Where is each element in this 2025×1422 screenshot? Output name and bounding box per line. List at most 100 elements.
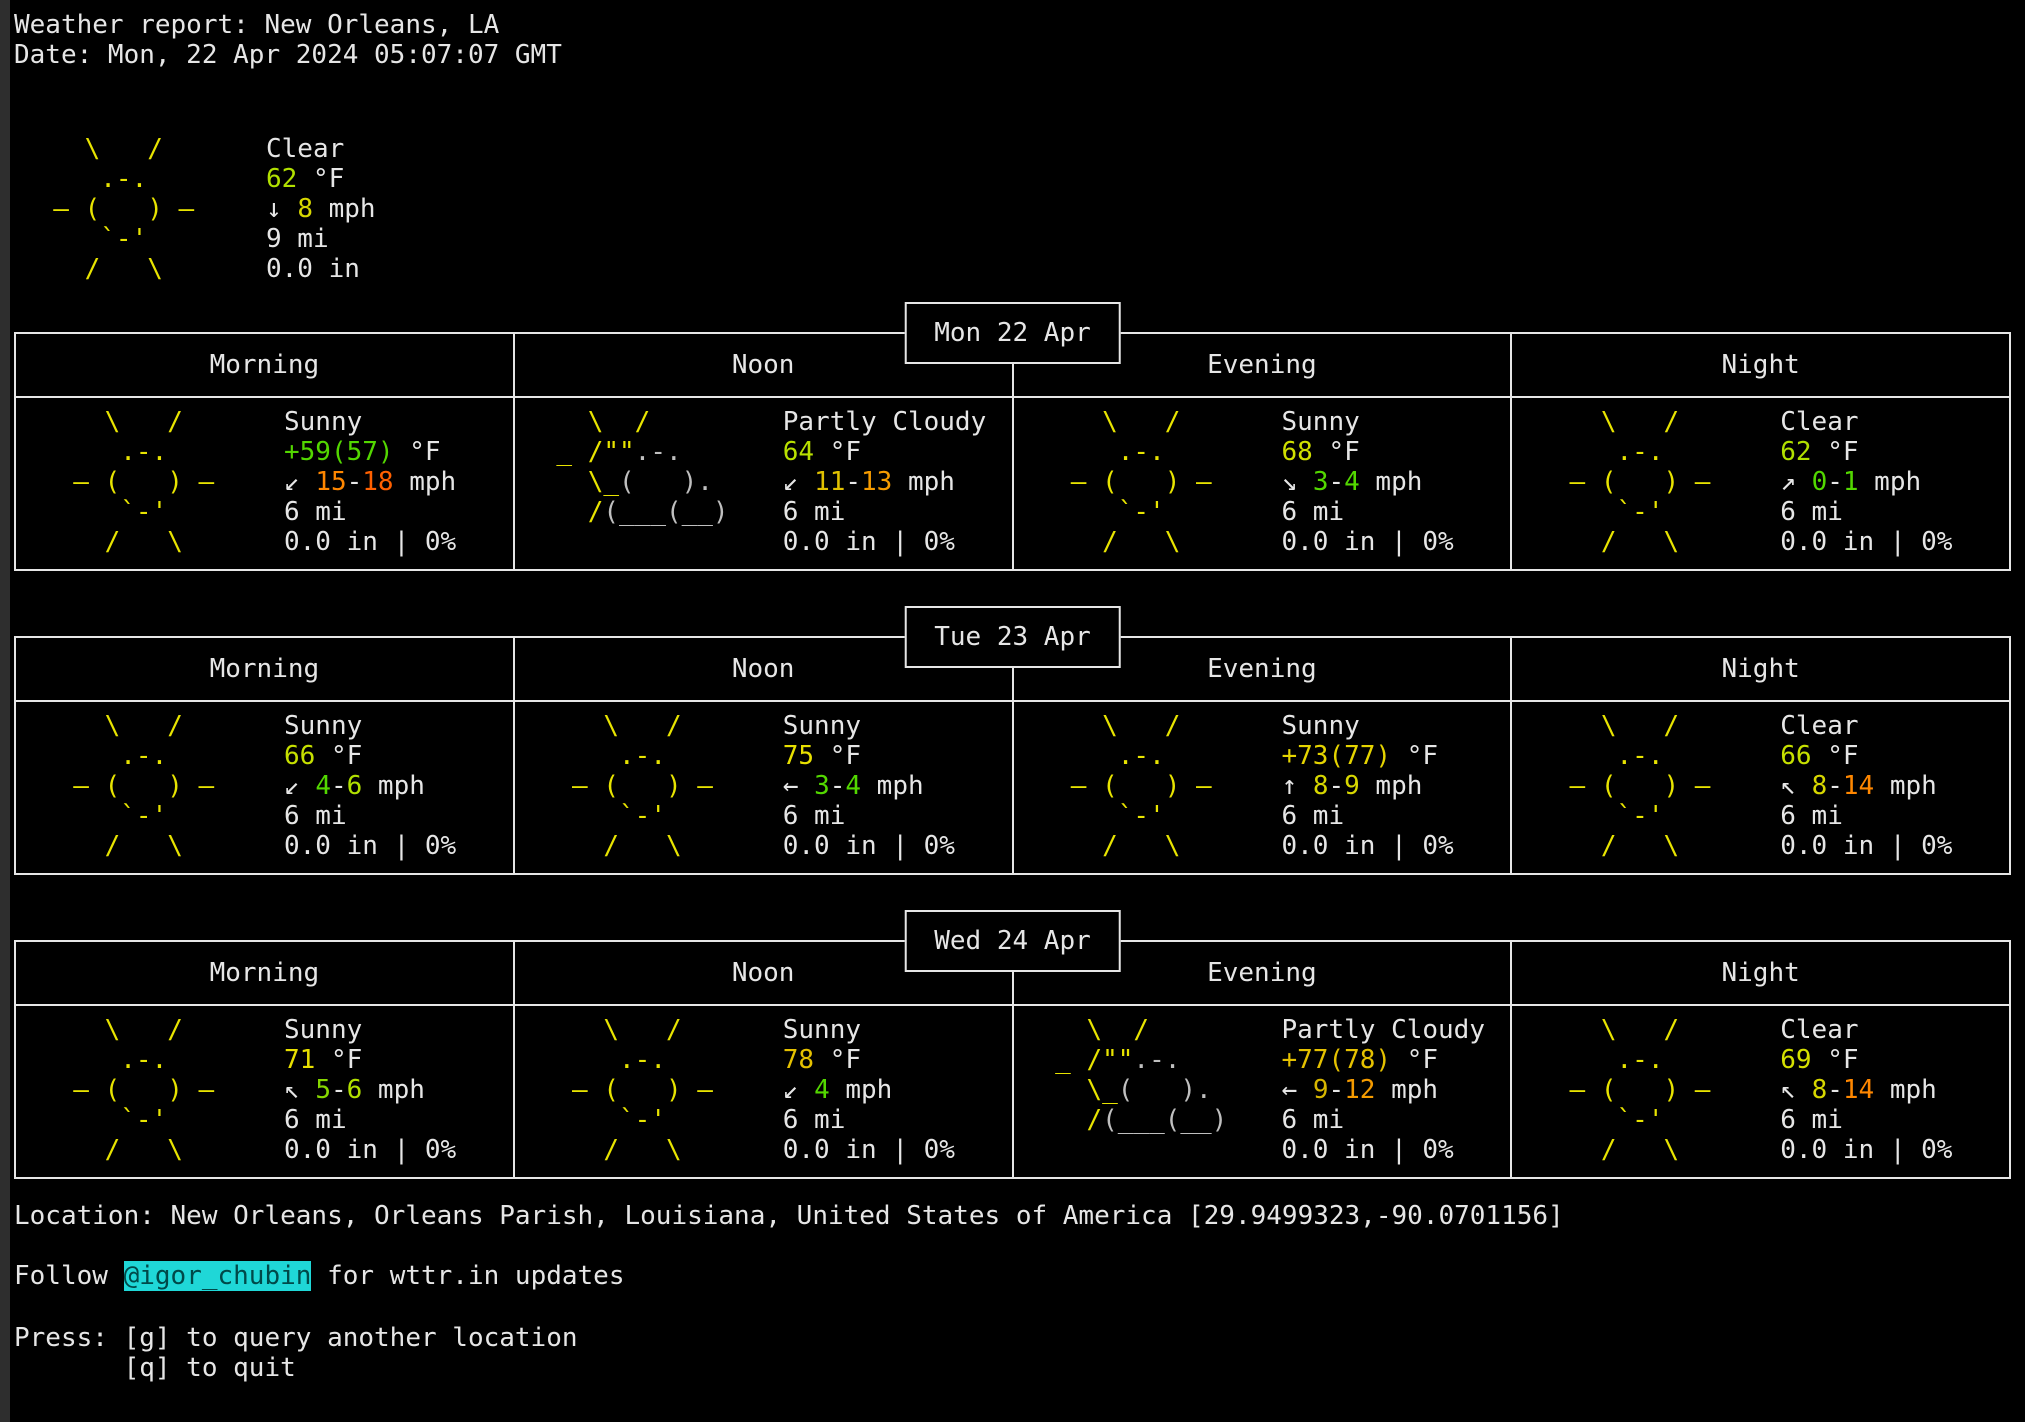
text-segment: 0 xyxy=(1812,467,1828,497)
text-segment: 0.0 in | 0% xyxy=(1282,831,1454,861)
text-segment: °F xyxy=(315,1045,362,1075)
art-sun-layer: \ / .-. ― ( ) ― `-' / \ xyxy=(42,1015,246,1165)
column-header-label: Evening xyxy=(1207,654,1317,684)
sun-ascii-art: \ / .-. ― ( ) ― `-' / \ xyxy=(42,407,246,559)
temperature-value: 66 °F xyxy=(284,741,456,771)
text-segment: ↙ xyxy=(284,771,315,801)
text-segment: Sunny xyxy=(1282,711,1360,741)
text-segment: 6 mi xyxy=(284,1105,347,1135)
text-segment: 3 xyxy=(1313,467,1329,497)
column-header-label: Noon xyxy=(732,654,795,684)
visibility-value: 6 mi xyxy=(783,1105,955,1135)
art-sun-layer: \ / .-. ― ( ) ― `-' / \ xyxy=(42,407,246,557)
condition-label: Clear xyxy=(266,134,376,164)
text-segment: ↖ xyxy=(284,1075,315,1105)
precipitation-value: 0.0 in | 0% xyxy=(1780,527,1952,557)
sun-ascii-art: \ / .-. ― ( ) ― `-' / \ xyxy=(1538,407,1742,559)
art-cloud-layer: .-. ( ). (___(__) xyxy=(541,407,729,527)
column-header-label: Noon xyxy=(732,350,795,380)
text-segment: ↖ xyxy=(1780,1075,1811,1105)
column-header-label: Evening xyxy=(1207,350,1317,380)
date-label: Mon 22 Apr xyxy=(934,318,1091,348)
text-segment: Partly Cloudy xyxy=(783,407,987,437)
text-segment: °F xyxy=(1391,1045,1438,1075)
text-segment: 9 xyxy=(1344,771,1360,801)
text-segment: 18 xyxy=(362,467,393,497)
text-segment: 0.0 in | 0% xyxy=(783,527,955,557)
text-segment: °F xyxy=(297,164,344,194)
text-segment: °F xyxy=(1313,437,1360,467)
text-segment: 6 xyxy=(347,1075,363,1105)
wind-value: ↙ 4-6 mph xyxy=(284,771,456,801)
text-segment: mph xyxy=(1874,771,1937,801)
art-sun-layer: \ / .-. ― ( ) ― `-' / \ xyxy=(22,134,226,284)
text-segment: mph xyxy=(394,467,457,497)
visibility-value: 6 mi xyxy=(1282,801,1454,831)
condition-label: Sunny xyxy=(1282,711,1454,741)
text-segment: 0.0 in | 0% xyxy=(1780,831,1952,861)
text-segment: 6 mi xyxy=(1780,801,1843,831)
date-label: Wed 24 Apr xyxy=(934,926,1091,956)
text-segment: ↑ xyxy=(1282,771,1313,801)
column-header-night: Night xyxy=(1512,334,2009,396)
weather-info: Partly Cloudy+77(78) °F← 9-12 mph6 mi0.0… xyxy=(1282,1015,1486,1167)
location-line: Location: New Orleans, Orleans Parish, L… xyxy=(14,1201,2011,1231)
text-segment: 1 xyxy=(1843,467,1859,497)
text-segment: Partly Cloudy xyxy=(1282,1015,1486,1045)
text-segment: 4 xyxy=(315,771,331,801)
precipitation-value: 0.0 in | 0% xyxy=(1282,1135,1486,1165)
temperature-value: +59(57) °F xyxy=(284,437,456,467)
text-segment: 8 xyxy=(1313,771,1329,801)
temperature-value: 78 °F xyxy=(783,1045,955,1075)
wind-value: ↑ 8-9 mph xyxy=(1282,771,1454,801)
text-segment: 13 xyxy=(861,467,892,497)
text-segment: 62 xyxy=(1780,437,1811,467)
text-segment: °F xyxy=(814,741,861,771)
text-segment: 6 mi xyxy=(783,801,846,831)
precipitation-value: 0.0 in | 0% xyxy=(783,831,955,861)
text-segment: °F xyxy=(394,437,441,467)
weather-info: Sunny75 °F← 3-4 mph6 mi0.0 in | 0% xyxy=(783,711,955,863)
date-box-wed-24-apr: Wed 24 Apr xyxy=(904,910,1121,972)
report-title: Weather report: New Orleans, LA xyxy=(14,10,2011,40)
text-segment: 0.0 in | 0% xyxy=(1282,527,1454,557)
date-box-mon-22-apr: Mon 22 Apr xyxy=(904,302,1121,364)
text-segment: 0.0 in | 0% xyxy=(284,1135,456,1165)
text-segment: 14 xyxy=(1843,1075,1874,1105)
temperature-value: 66 °F xyxy=(1780,741,1952,771)
visibility-value: 6 mi xyxy=(783,801,955,831)
visibility-value: 6 mi xyxy=(783,497,987,527)
text-segment: °F xyxy=(814,1045,861,1075)
text-segment: 64 xyxy=(783,437,814,467)
twitter-handle-link[interactable]: @igor_chubin xyxy=(124,1261,312,1291)
precipitation-value: 0.0 in | 0% xyxy=(284,1135,456,1165)
text-segment: +59(57) xyxy=(284,437,394,467)
keyhint-query-location: Press: [g] to query another location xyxy=(14,1323,2011,1353)
text-segment: 6 mi xyxy=(783,1105,846,1135)
precipitation-value: 0.0 in | 0% xyxy=(284,831,456,861)
text-segment: 6 mi xyxy=(1282,497,1345,527)
sun-ascii-art: \ / .-. ― ( ) ― `-' / \ xyxy=(541,1015,745,1167)
temperature-value: 71 °F xyxy=(284,1045,456,1075)
text-segment: ↖ xyxy=(1780,771,1811,801)
text-segment: 14 xyxy=(1843,771,1874,801)
forecast-cell-tue-night: \ / .-. ― ( ) ― `-' / \ Clear66 °F↖ 8-14… xyxy=(1512,702,2009,873)
visibility-value: 6 mi xyxy=(1780,497,1952,527)
art-sun-layer: \ / .-. ― ( ) ― `-' / \ xyxy=(1538,407,1742,557)
visibility-value: 6 mi xyxy=(284,801,456,831)
text-segment: 9 mi xyxy=(266,224,329,254)
text-segment: Clear xyxy=(1780,1015,1858,1045)
text-segment: °F xyxy=(315,741,362,771)
text-segment: °F xyxy=(1812,741,1859,771)
weather-info: Sunny+73(77) °F↑ 8-9 mph6 mi0.0 in | 0% xyxy=(1282,711,1454,863)
weather-info: Sunny71 °F↖ 5-6 mph6 mi0.0 in | 0% xyxy=(284,1015,456,1167)
precipitation-value: 0.0 in | 0% xyxy=(1780,831,1952,861)
text-segment: 6 mi xyxy=(1780,1105,1843,1135)
condition-label: Clear xyxy=(1780,711,1952,741)
text-segment: 0.0 in | 0% xyxy=(284,831,456,861)
text-segment: 12 xyxy=(1344,1075,1375,1105)
text-segment: 66 xyxy=(284,741,315,771)
weather-info: Clear62 °F↓ 8 mph9 mi0.0 in xyxy=(266,134,376,286)
column-header-morning: Morning xyxy=(16,638,515,700)
text-segment: mph xyxy=(313,194,376,224)
